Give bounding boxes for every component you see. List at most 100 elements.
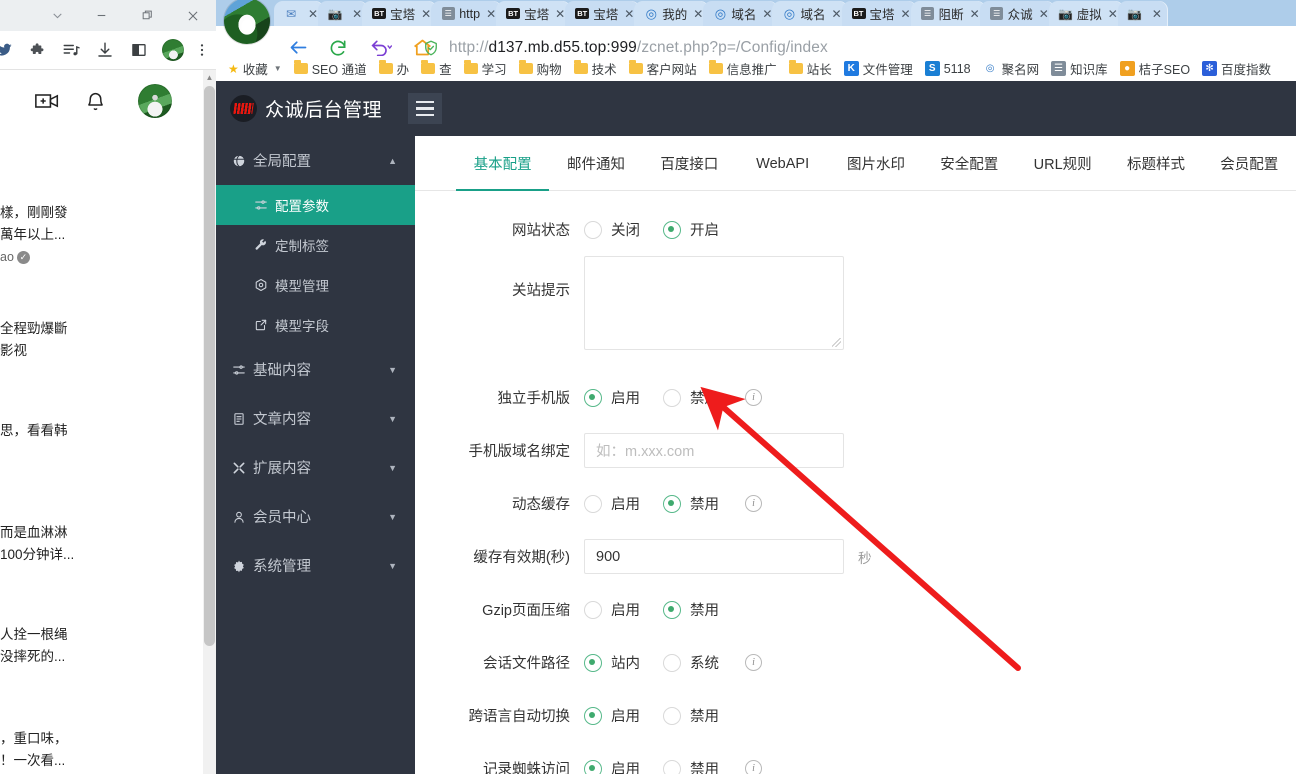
info-icon[interactable]: i [745,760,762,774]
text-field[interactable]: 900 [584,539,844,574]
radio-option[interactable]: 启用 [584,758,640,774]
radio-button[interactable] [663,494,681,513]
radio-button[interactable] [663,220,681,239]
tab-百度接口[interactable]: 百度接口 [643,136,736,191]
sidebar-group-扩展内容[interactable]: 扩展内容 ▼ [216,443,415,492]
sidebar-group-基础内容[interactable]: 基础内容 ▼ [216,345,415,394]
browser-tab[interactable]: ◎ 我的 ✕ [634,1,710,26]
close-icon[interactable]: ✕ [308,7,318,21]
add-video-icon[interactable] [26,70,68,132]
bookmark-item[interactable]: ✻ 百度指数 [1196,57,1277,80]
sidebar-item-模型管理[interactable]: 模型管理 [216,265,415,305]
close-button[interactable] [170,0,216,31]
browser-tab[interactable]: ☰ 众诚 ✕ [979,1,1055,26]
close-icon[interactable]: ✕ [693,7,703,21]
bookmark-item[interactable]: 站长 [783,57,838,80]
tab-会员配置[interactable]: 会员配置 [1203,136,1296,191]
feed-item[interactable]: ，重口味， ！一次看... [0,728,198,772]
close-icon[interactable]: ✕ [555,7,565,21]
close-icon[interactable]: ✕ [1039,7,1049,21]
bookmark-item[interactable]: 客户网站 [623,57,703,80]
radio-button[interactable] [584,388,602,407]
hamburger-icon[interactable] [408,93,443,124]
sidebar-group-会员中心[interactable]: 会员中心 ▼ [216,492,415,541]
radio-option[interactable]: 系统 [663,652,719,673]
chevron-down-icon[interactable]: ▼ [388,463,397,473]
chevron-down-icon[interactable]: ▼ [388,512,397,522]
bookmark-item[interactable]: ☰ 知识库 [1045,57,1114,80]
info-icon[interactable]: i [745,495,762,512]
radio-button[interactable] [663,388,681,407]
radio-button[interactable] [584,759,602,774]
tab-URL规则[interactable]: URL规则 [1016,136,1109,191]
text-field[interactable]: 如：m.xxx.com [584,433,844,468]
feed-item[interactable]: 而是血淋淋 100分钟详... [0,522,198,566]
close-icon[interactable]: ✕ [486,7,496,21]
info-icon[interactable]: i [745,654,762,671]
bookmark-item[interactable]: S 5118 [919,59,977,78]
radio-button[interactable] [584,706,602,725]
chevron-down-icon[interactable]: ▼ [388,561,397,571]
radio-button[interactable] [584,220,602,239]
sidebar-group-全局配置[interactable]: 全局配置 ▲ [216,136,415,185]
sidebar-item-配置参数[interactable]: 配置参数 [216,185,415,225]
tab-安全配置[interactable]: 安全配置 [923,136,1016,191]
radio-option[interactable]: 启用 [584,493,640,514]
browser-tab[interactable]: BT 宝塔 ✕ [841,1,917,26]
sidebar-item-定制标签[interactable]: 定制标签 [216,225,415,265]
radio-option[interactable]: 开启 [663,219,719,240]
radio-button[interactable] [584,600,602,619]
account-avatar[interactable] [134,70,176,132]
feed-item[interactable]: 全程勁爆斷 影视 [0,318,198,362]
chevron-up-icon[interactable]: ▲ [388,156,397,166]
feed-item[interactable]: 人拴一根绳 没摔死的... [0,624,198,668]
bookmark-item[interactable]: 查 [415,57,458,80]
minimize-button[interactable] [78,0,124,31]
browser-profile-avatar[interactable] [224,0,270,44]
app-logo[interactable]: 众诚后台管理 [216,95,382,122]
browser-tab[interactable]: ✉ ✕ [274,1,325,26]
radio-button[interactable] [663,706,681,725]
playlist-icon[interactable] [54,31,88,69]
radio-option[interactable]: 关闭 [584,219,640,240]
browser-tab[interactable]: BT 宝塔 ✕ [565,1,641,26]
close-icon[interactable]: ✕ [421,7,431,21]
feed-item[interactable]: 樣，剛剛發 萬年以上... ao ✓ [0,202,198,268]
close-icon[interactable]: ✕ [352,7,362,21]
close-icon[interactable]: ✕ [624,7,634,21]
bookmark-item[interactable]: 学习 [458,57,513,80]
bookmark-item[interactable]: K 文件管理 [838,57,919,80]
bookmark-item[interactable]: 办 [373,57,416,80]
chevron-down-icon[interactable]: ▼ [388,365,397,375]
browser-tab[interactable]: BT 宝塔 ✕ [362,1,438,26]
bookmark-item[interactable]: 信息推广 [703,57,783,80]
close-icon[interactable]: ✕ [1108,7,1118,21]
browser-tab[interactable]: 📷 虚拟 ✕ [1048,1,1124,26]
scrollbar-thumb[interactable] [204,86,215,646]
radio-button[interactable] [663,653,681,672]
bookmark-item[interactable]: 购物 [513,57,568,80]
chevron-down-icon[interactable] [34,0,80,31]
radio-button[interactable] [663,600,681,619]
browser-tab[interactable]: ☰ 阻断 ✕ [910,1,986,26]
more-icon[interactable] [188,31,216,69]
bookmark-item[interactable]: ● 桔子SEO [1114,57,1196,80]
bookmark-item[interactable]: SEO 通道 [288,57,373,80]
radio-option[interactable]: 禁用 [663,493,719,514]
close-icon[interactable]: ✕ [762,7,772,21]
chevron-down-icon[interactable]: ▼ [274,64,282,73]
close-icon[interactable]: ✕ [831,7,841,21]
chevron-down-icon[interactable]: ▼ [388,414,397,424]
textarea-field[interactable] [584,256,844,350]
radio-option[interactable]: 禁用 [663,758,719,774]
tab-邮件通知[interactable]: 邮件通知 [549,136,642,191]
radio-option[interactable]: 启用 [584,705,640,726]
url-text[interactable]: http://d137.mb.d55.top:999/zcnet.php?p=/… [449,39,828,57]
browser-tab[interactable]: 📷 ✕ [1117,1,1168,26]
feed-item[interactable]: 思，看看韩 [0,420,198,442]
tab-图片水印[interactable]: 图片水印 [829,136,922,191]
bookmark-item[interactable]: ★ 收藏 ▼ [222,57,288,80]
sidebar-item-模型字段[interactable]: 模型字段 [216,305,415,345]
profile-avatar[interactable] [156,31,190,69]
sidebar-group-系统管理[interactable]: 系统管理 ▼ [216,541,415,590]
